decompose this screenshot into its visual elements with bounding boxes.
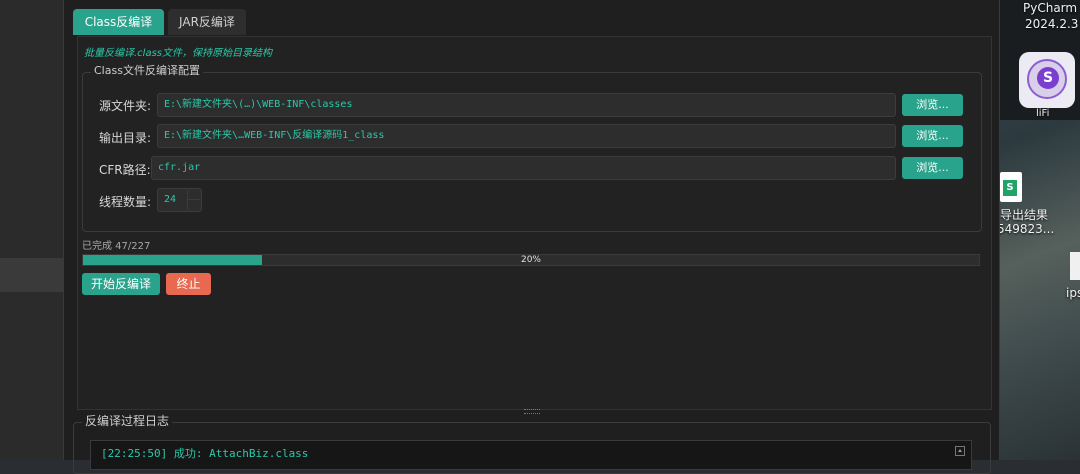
browse-source-button[interactable]: 浏览... — [902, 94, 963, 116]
thread-count-value: 24 — [164, 194, 177, 205]
source-folder-label: 源文件夹: — [99, 99, 152, 113]
desktop-app-version: 2024.2.3 — [1025, 17, 1079, 31]
source-folder-input[interactable]: E:\新建文件夹\(…)\WEB-INF\classes — [157, 93, 896, 117]
desktop-icon-label: liFi — [1036, 108, 1050, 119]
log-group-title: 反编译过程日志 — [82, 412, 173, 429]
log-line: [22:25:50] 成功: AttachBiz.class — [101, 447, 309, 460]
progress-percent-text: 20% — [520, 255, 541, 265]
config-group-title: Class文件反编译配置 — [91, 62, 203, 78]
thread-count-label: 线程数量: — [99, 195, 152, 209]
start-decompile-button[interactable]: 开始反编译 — [82, 273, 160, 295]
document-file-label: ips — [1066, 286, 1080, 300]
app-logo-letter: S — [1037, 67, 1059, 89]
cfr-path-input[interactable]: cfr.jar — [151, 156, 896, 180]
document-file-icon[interactable] — [1070, 252, 1080, 280]
output-dir-label: 输出目录: — [99, 131, 152, 145]
spreadsheet-file-label-2: 549823... — [997, 222, 1055, 236]
thread-count-stepper[interactable]: 24 — [157, 188, 202, 212]
stop-button[interactable]: 终止 — [166, 273, 211, 295]
tab-jar-decompile[interactable]: JAR反编译 — [168, 9, 246, 35]
spreadsheet-file-icon[interactable]: S — [1000, 172, 1022, 202]
browse-cfr-button[interactable]: 浏览... — [902, 157, 963, 179]
spreadsheet-file-label: 导出结果 — [1000, 208, 1049, 222]
log-output[interactable]: [22:25:50] 成功: AttachBiz.class — [90, 440, 972, 470]
browse-output-button[interactable]: 浏览... — [902, 125, 963, 147]
output-dir-input[interactable]: E:\新建文件夹\…WEB-INF\反编译源码1_class — [157, 124, 896, 148]
desktop-app-icon[interactable]: S — [1019, 52, 1075, 108]
panel-description: 批量反编译.class文件，保持原始目录结构 — [84, 48, 273, 59]
tab-class-decompile[interactable]: Class反编译 — [73, 9, 164, 35]
progress-status-text: 已完成 47/227 — [82, 241, 151, 252]
scroll-up-icon[interactable] — [955, 446, 965, 456]
background-selected-row — [0, 258, 64, 292]
desktop-app-name: PyCharm — [1023, 1, 1078, 15]
spin-arrows-icon[interactable] — [187, 190, 200, 210]
cfr-path-label: CFR路径: — [99, 163, 151, 177]
spreadsheet-file-letter: S — [1003, 180, 1017, 196]
progress-bar: 20% — [82, 254, 980, 266]
decompiler-window: Class反编译 JAR反编译 批量反编译.class文件，保持原始目录结构 C… — [63, 0, 1000, 474]
background-window-left — [0, 0, 64, 460]
splitter-handle[interactable] — [524, 409, 540, 414]
app-logo-icon: S — [1027, 59, 1067, 99]
